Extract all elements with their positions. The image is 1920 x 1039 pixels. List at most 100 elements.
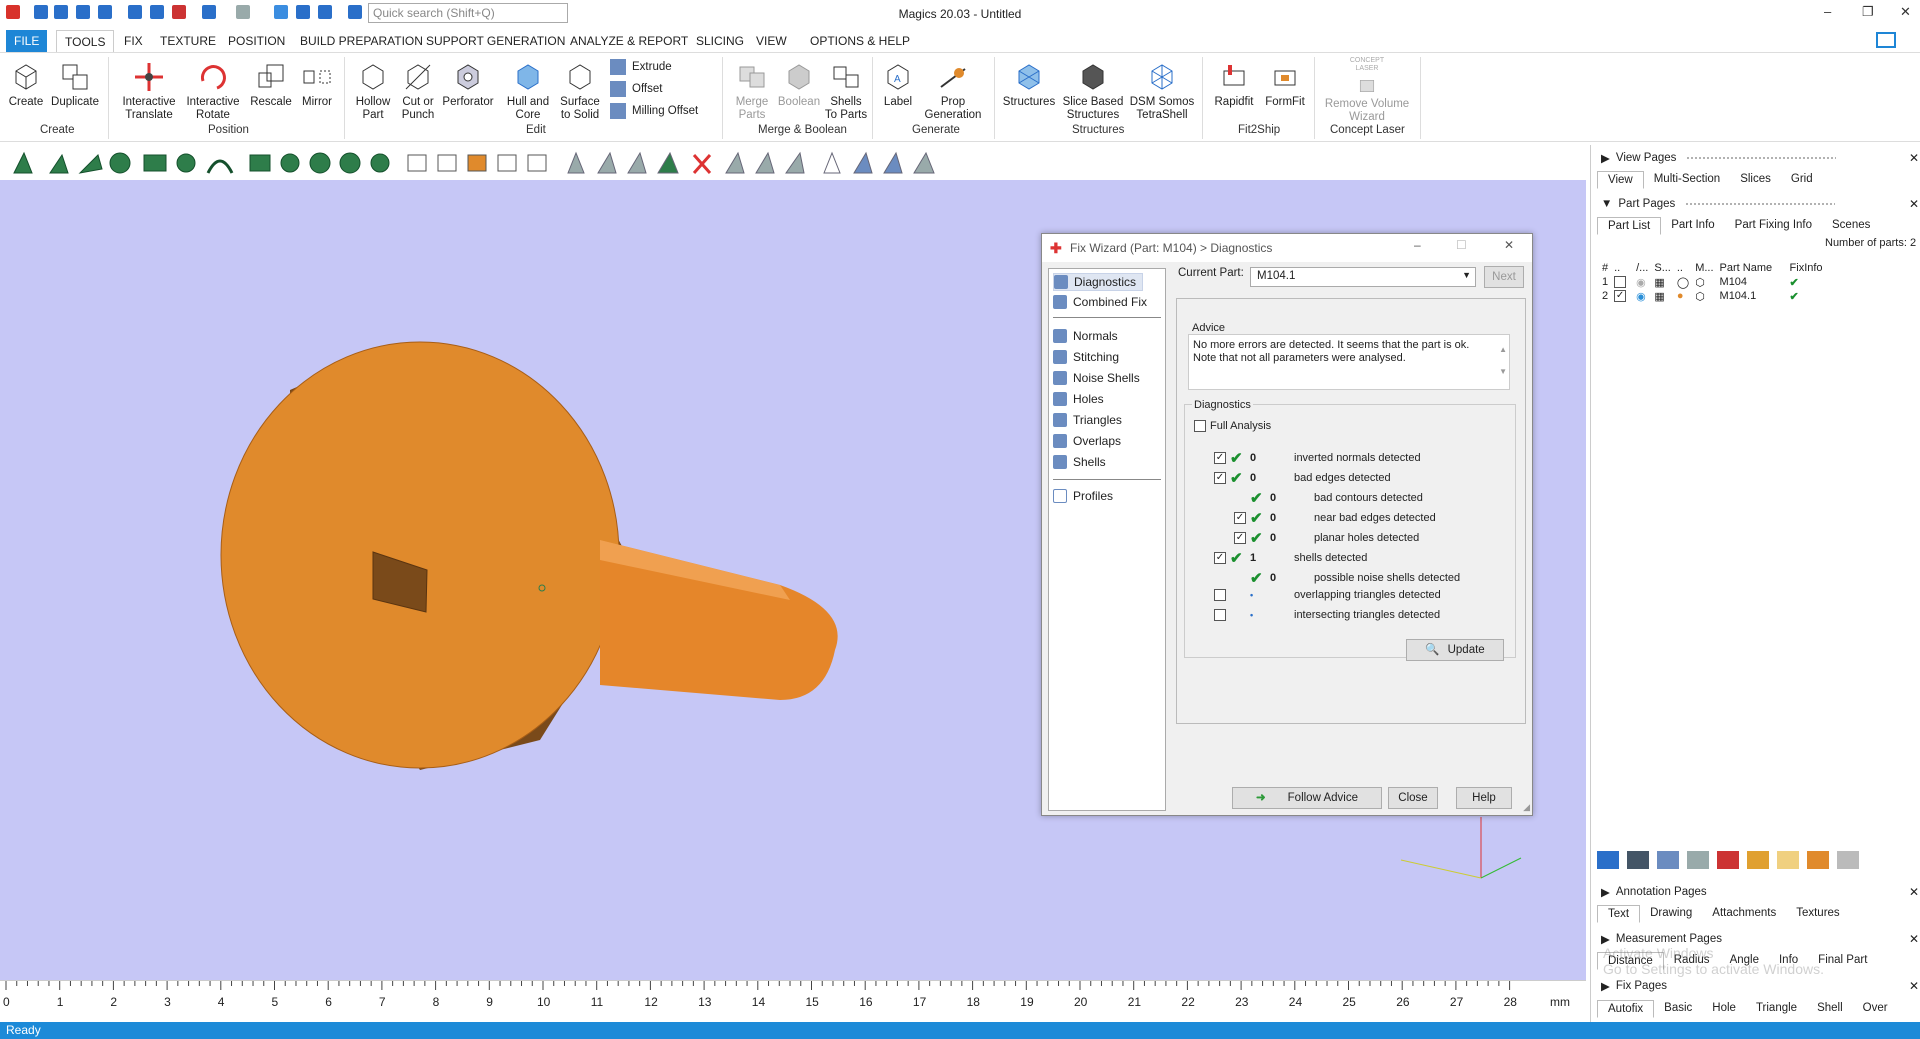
part-tag-1-icon[interactable] — [1777, 851, 1799, 869]
col-4[interactable]: .. — [1674, 261, 1692, 275]
col-part-name[interactable]: Part Name — [1717, 261, 1787, 275]
tab-angle[interactable]: Angle — [1720, 952, 1769, 970]
part-pages-header[interactable]: ▼ Part Pages ✕ — [1601, 197, 1919, 211]
tab-attachments[interactable]: Attachments — [1702, 905, 1786, 923]
tab-final-part[interactable]: Final Part — [1808, 952, 1877, 970]
checkbox[interactable] — [1214, 589, 1226, 601]
col-1[interactable]: .. — [1611, 261, 1633, 275]
checkbox[interactable] — [1194, 420, 1206, 432]
dialog-maximize-icon[interactable]: ☐ — [1456, 238, 1467, 252]
create-button[interactable]: Create — [6, 59, 46, 109]
restore-icon[interactable]: ❐ — [1862, 4, 1874, 20]
col-3[interactable]: S... — [1651, 261, 1674, 275]
mesh-icon[interactable]: ⬡ — [1692, 289, 1716, 303]
fix-pages-header[interactable]: ▶ Fix Pages ✕ — [1601, 979, 1919, 993]
follow-advice-button[interactable]: ➜ Follow Advice — [1232, 787, 1382, 809]
nav-combined-fix[interactable]: Combined Fix — [1053, 293, 1153, 311]
nav-shells[interactable]: Shells — [1053, 453, 1112, 471]
tab-part-info[interactable]: Part Info — [1661, 217, 1724, 235]
perforator-button[interactable]: Perforator — [440, 59, 496, 109]
tab-basic[interactable]: Basic — [1654, 1000, 1702, 1018]
slice-based-structures-button[interactable]: Slice Based Structures — [1062, 59, 1124, 122]
merge-parts-button[interactable]: Merge Parts — [730, 59, 774, 122]
checkbox[interactable]: ✓ — [1234, 512, 1246, 524]
tab-analyze-report[interactable]: ANALYZE & REPORT — [562, 30, 696, 52]
hollow-part-button[interactable]: Hollow Part — [352, 59, 394, 122]
rapidfit-button[interactable]: Rapidfit — [1210, 59, 1258, 109]
part-stack-icon[interactable] — [1837, 851, 1859, 869]
shading-icon[interactable]: ▦ — [1651, 289, 1674, 303]
close-fix-pages-icon[interactable]: ✕ — [1909, 979, 1919, 993]
part-cube-1-icon[interactable] — [1657, 851, 1679, 869]
close-view-pages-icon[interactable]: ✕ — [1909, 151, 1919, 165]
measurement-pages-header[interactable]: ▶ Measurement Pages ✕ — [1601, 932, 1919, 946]
tab-view[interactable]: VIEW — [748, 30, 795, 52]
extrude-button[interactable]: Extrude — [610, 59, 672, 75]
hull-and-core-button[interactable]: Hull and Core — [504, 59, 552, 122]
remove-volume-wizard-button[interactable]: CONCEPT LASER Remove Volume Wizard — [1320, 57, 1414, 124]
checkbox[interactable]: ✓ — [1214, 552, 1226, 564]
table-row[interactable]: 1 ◉ ▦ ◯ ⬡ M104 ✔ — [1599, 275, 1826, 289]
milling-offset-button[interactable]: Milling Offset — [610, 103, 698, 119]
interactive-translate-button[interactable]: Interactive Translate — [118, 59, 180, 122]
checkbox[interactable]: ✓ — [1214, 472, 1226, 484]
annotation-pages-header[interactable]: ▶ Annotation Pages ✕ — [1601, 885, 1919, 899]
close-icon[interactable]: ✕ — [1900, 4, 1911, 20]
mesh-icon[interactable]: ⬡ — [1692, 275, 1716, 289]
surface-to-solid-button[interactable]: Surface to Solid — [556, 59, 604, 122]
nav-triangles[interactable]: Triangles — [1053, 411, 1128, 429]
nav-diagnostics[interactable]: Diagnostics — [1053, 273, 1144, 291]
tab-radius[interactable]: Radius — [1664, 952, 1720, 970]
visible-icon[interactable]: ◉ — [1633, 275, 1651, 289]
tab-distance[interactable]: Distance — [1597, 952, 1664, 970]
current-part-select[interactable]: M104.1 ▼ — [1250, 267, 1476, 287]
tab-shell[interactable]: Shell — [1807, 1000, 1853, 1018]
visible-icon[interactable]: ◉ — [1633, 289, 1651, 303]
view-pages-header[interactable]: ▶ View Pages ✕ — [1601, 151, 1919, 165]
panel-toggle-icon[interactable] — [1876, 32, 1896, 48]
nav-normals[interactable]: Normals — [1053, 327, 1124, 345]
tab-support-generation[interactable]: SUPPORT GENERATION — [418, 30, 573, 52]
close-annotation-icon[interactable]: ✕ — [1909, 885, 1919, 899]
close-part-pages-icon[interactable]: ✕ — [1909, 197, 1919, 211]
rescale-button[interactable]: Rescale — [248, 59, 294, 109]
tab-multi-section[interactable]: Multi-Section — [1644, 171, 1730, 189]
checkbox[interactable]: ✓ — [1214, 452, 1226, 464]
tab-over[interactable]: Over — [1853, 1000, 1898, 1018]
help-button[interactable]: Help — [1456, 787, 1512, 809]
formfit-button[interactable]: FormFit — [1262, 59, 1308, 109]
nav-profiles[interactable]: Profiles — [1053, 487, 1119, 505]
shading-icon[interactable]: ▦ — [1651, 275, 1674, 289]
col-2[interactable]: /... — [1633, 261, 1651, 275]
select-part-icon[interactable] — [1627, 851, 1649, 869]
mirror-button[interactable]: Mirror — [296, 59, 338, 109]
checkbox[interactable]: ✓ — [1234, 532, 1246, 544]
tab-grid[interactable]: Grid — [1781, 171, 1823, 189]
tab-part-fixing-info[interactable]: Part Fixing Info — [1725, 217, 1822, 235]
tab-tools[interactable]: TOOLS — [56, 30, 115, 52]
full-analysis-checkbox[interactable]: Full Analysis — [1194, 420, 1271, 432]
remove-part-icon[interactable] — [1717, 851, 1739, 869]
col-5[interactable]: M... — [1692, 261, 1716, 275]
close-button[interactable]: Close — [1388, 787, 1438, 809]
tab-drawing[interactable]: Drawing — [1640, 905, 1702, 923]
dialog-close-icon[interactable]: ✕ — [1504, 238, 1514, 252]
tab-hole[interactable]: Hole — [1702, 1000, 1746, 1018]
tab-view-view[interactable]: View — [1597, 171, 1644, 189]
col-number[interactable]: # — [1599, 261, 1611, 275]
dialog-minimize-icon[interactable]: – — [1414, 238, 1421, 252]
col-fixinfo[interactable]: FixInfo — [1787, 261, 1826, 275]
nav-stitching[interactable]: Stitching — [1053, 348, 1125, 366]
advice-scrollbar[interactable]: ▲ ▼ — [1499, 339, 1507, 383]
dsm-somos-tetrashell-button[interactable]: DSM Somos TetraShell — [1128, 59, 1196, 122]
add-part-icon[interactable] — [1597, 851, 1619, 869]
table-row[interactable]: 2 ✓ ◉ ▦ ● ⬡ M104.1 ✔ — [1599, 289, 1826, 303]
tab-texture[interactable]: TEXTURE — [152, 30, 224, 52]
next-button[interactable]: Next — [1484, 266, 1524, 288]
part-cube-2-icon[interactable] — [1687, 851, 1709, 869]
tab-info[interactable]: Info — [1769, 952, 1808, 970]
prop-generation-button[interactable]: Prop Generation — [924, 59, 982, 122]
checkbox[interactable] — [1214, 609, 1226, 621]
structures-button[interactable]: Structures — [1000, 59, 1058, 109]
offset-button[interactable]: Offset — [610, 81, 662, 97]
